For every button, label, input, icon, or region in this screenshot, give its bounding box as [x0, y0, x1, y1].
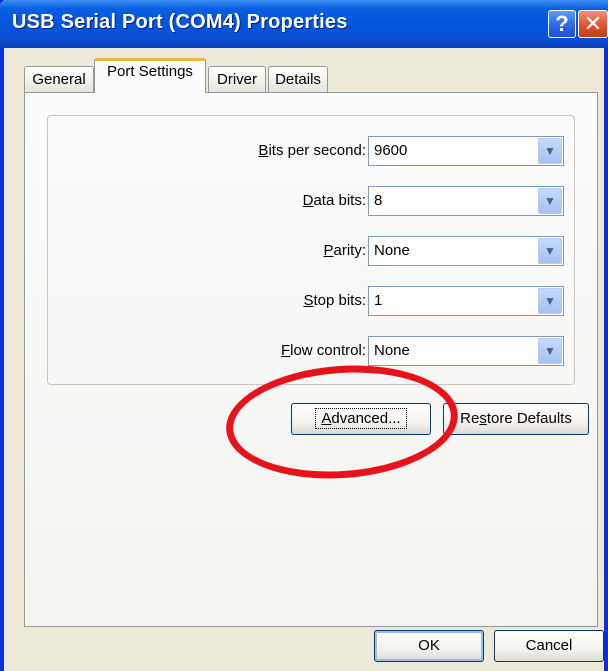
chevron-down-icon[interactable]: ▼: [538, 138, 562, 164]
window-title: USB Serial Port (COM4) Properties: [12, 11, 348, 33]
parity-label: Parity:: [323, 242, 366, 259]
advanced-button-label: Advanced...: [315, 408, 407, 429]
tab-port-settings[interactable]: Port Settings: [94, 58, 206, 93]
close-button[interactable]: ✕: [578, 10, 608, 38]
flow-control-row: Flow control: None ▼: [48, 336, 576, 366]
flow-control-value: None: [374, 342, 410, 359]
stop-bits-select[interactable]: 1 ▼: [368, 286, 564, 316]
data-bits-select[interactable]: 8 ▼: [368, 186, 564, 216]
chevron-down-icon[interactable]: ▼: [538, 188, 562, 214]
data-bits-value: 8: [374, 192, 383, 209]
tab-driver[interactable]: Driver: [208, 66, 266, 92]
port-settings-panel: Bits per second: 9600 ▼ Data bits: 8 ▼ P…: [24, 92, 598, 627]
chevron-down-icon[interactable]: ▼: [538, 288, 562, 314]
restore-defaults-button[interactable]: Restore Defaults: [443, 403, 589, 435]
tab-general[interactable]: General: [24, 66, 94, 92]
stop-bits-label: Stop bits:: [303, 292, 366, 309]
stop-bits-row: Stop bits: 1 ▼: [48, 286, 576, 316]
tab-label: General: [32, 71, 86, 88]
tab-label: Details: [275, 71, 321, 88]
chevron-down-icon[interactable]: ▼: [538, 238, 562, 264]
parity-row: Parity: None ▼: [48, 236, 576, 266]
flow-control-select[interactable]: None ▼: [368, 336, 564, 366]
restore-defaults-label: Restore Defaults: [460, 410, 572, 427]
stop-bits-value: 1: [374, 292, 383, 309]
ok-button[interactable]: OK: [374, 630, 484, 662]
help-button[interactable]: ?: [548, 10, 576, 38]
chevron-down-icon[interactable]: ▼: [538, 338, 562, 364]
bits-per-second-value: 9600: [374, 142, 408, 159]
advanced-button[interactable]: Advanced...: [291, 403, 431, 435]
cancel-button[interactable]: Cancel: [494, 630, 604, 662]
tab-details[interactable]: Details: [268, 66, 328, 92]
tab-label: Driver: [217, 71, 257, 88]
title-bar[interactable]: USB Serial Port (COM4) Properties ? ✕: [0, 0, 608, 48]
settings-group: Bits per second: 9600 ▼ Data bits: 8 ▼ P…: [47, 115, 575, 385]
parity-value: None: [374, 242, 410, 259]
properties-dialog: USB Serial Port (COM4) Properties ? ✕ Ge…: [0, 0, 608, 671]
tab-label: Port Settings: [107, 63, 193, 80]
bits-per-second-label: Bits per second:: [258, 142, 366, 159]
data-bits-row: Data bits: 8 ▼: [48, 186, 576, 216]
data-bits-label: Data bits:: [302, 192, 366, 209]
bits-per-second-row: Bits per second: 9600 ▼: [48, 136, 576, 166]
flow-control-label: Flow control:: [280, 342, 366, 359]
parity-select[interactable]: None ▼: [368, 236, 564, 266]
bits-per-second-select[interactable]: 9600 ▼: [368, 136, 564, 166]
